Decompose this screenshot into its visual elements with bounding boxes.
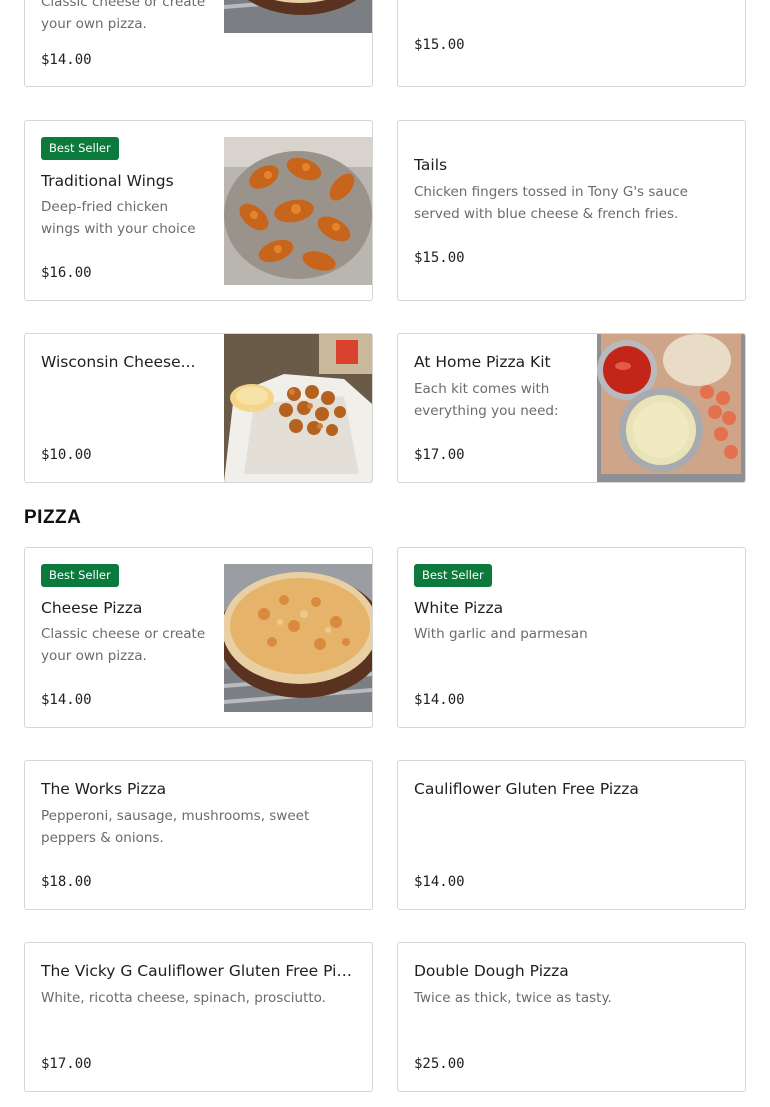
item-title: Traditional Wings <box>41 172 174 190</box>
pizza-kit-image <box>597 334 745 482</box>
card-text: Best Seller Cheese Pizza Classic cheese … <box>41 548 208 727</box>
menu-item-card-partial[interactable]: $15.00 <box>397 0 746 87</box>
wings-image <box>224 137 372 285</box>
item-price: $14.00 <box>414 874 465 890</box>
pizza-photo <box>224 564 372 712</box>
item-description: White, ricotta cheese, spinach, prosciut… <box>41 990 326 1006</box>
item-description: Pepperoni, sausage, mushrooms, sweet pep… <box>41 808 310 846</box>
card-text: The Vicky G Cauliflower Gluten Free Pizz… <box>41 943 356 1091</box>
item-title: White Pizza <box>414 599 504 617</box>
cheese-curds-photo <box>224 334 372 482</box>
menu-item-card-traditional-wings[interactable]: Best Seller Traditional Wings Deep-fried… <box>24 120 373 301</box>
chicken-wings-photo <box>224 137 372 285</box>
item-title: Tails <box>414 156 448 174</box>
card-text: $15.00 <box>414 0 729 86</box>
item-title: The Works Pizza <box>41 780 167 798</box>
item-price: $15.00 <box>414 37 465 53</box>
item-description: Classic cheese or create your own pizza. <box>41 0 206 32</box>
pizza-photo <box>224 0 372 33</box>
card-text: Cauliflower Gluten Free Pizza $14.00 <box>414 761 729 909</box>
item-price: $17.00 <box>414 447 465 463</box>
pizza-kit-photo <box>597 334 745 482</box>
best-seller-badge: Best Seller <box>41 564 119 587</box>
item-title: The Vicky G Cauliflower Gluten Free Pizz… <box>41 962 356 980</box>
menu-item-card-double-dough-pizza[interactable]: Double Dough Pizza Twice as thick, twice… <box>397 942 746 1092</box>
item-title: Wisconsin Cheese... <box>41 353 196 371</box>
menu-item-card-the-works-pizza[interactable]: The Works Pizza Pepperoni, sausage, mush… <box>24 760 373 910</box>
menu-item-card-cauliflower-gluten-free-pizza[interactable]: Cauliflower Gluten Free Pizza $14.00 <box>397 760 746 910</box>
item-price: $25.00 <box>414 1056 465 1072</box>
item-title: At Home Pizza Kit <box>414 353 551 371</box>
menu-item-card-white-pizza[interactable]: Best Seller White Pizza With garlic and … <box>397 547 746 728</box>
card-text: Tails Chicken fingers tossed in Tony G's… <box>414 121 729 300</box>
item-price: $14.00 <box>414 692 465 708</box>
item-description: With garlic and parmesan <box>414 626 588 642</box>
item-price: $14.00 <box>41 692 92 708</box>
item-title: Cheese Pizza <box>41 599 143 617</box>
card-text: Double Dough Pizza Twice as thick, twice… <box>414 943 729 1091</box>
best-seller-badge: Best Seller <box>41 137 119 160</box>
item-price: $17.00 <box>41 1056 92 1072</box>
item-price: $15.00 <box>414 250 465 266</box>
item-description: Classic cheese or create your own pizza. <box>41 626 206 664</box>
item-description: Deep-fried chicken wings with your choic… <box>41 199 196 237</box>
card-text: Best Seller Traditional Wings Deep-fried… <box>41 121 208 300</box>
item-title: Double Dough Pizza <box>414 962 569 980</box>
item-description: Each kit comes with everything you need:… <box>414 381 559 419</box>
card-text: The Works Pizza Pepperoni, sausage, mush… <box>41 761 356 909</box>
best-seller-badge: Best Seller <box>414 564 492 587</box>
section-heading-pizza: PIZZA <box>24 507 82 528</box>
card-text: At Home Pizza Kit Each kit comes with ev… <box>414 334 581 482</box>
pizza-image <box>224 0 372 33</box>
item-price: $14.00 <box>41 52 92 68</box>
menu-item-card-vicky-g-cauliflower-pizza[interactable]: The Vicky G Cauliflower Gluten Free Pizz… <box>24 942 373 1092</box>
card-text: Wisconsin Cheese... $10.00 <box>41 334 208 482</box>
item-price: $18.00 <box>41 874 92 890</box>
menu-item-card-at-home-pizza-kit[interactable]: At Home Pizza Kit Each kit comes with ev… <box>397 333 746 483</box>
menu-item-card-cheese-pizza-top[interactable]: Classic cheese or create your own pizza.… <box>24 0 373 87</box>
menu-item-card-wisconsin-cheese[interactable]: Wisconsin Cheese... $10.00 <box>24 333 373 483</box>
item-description: Twice as thick, twice as tasty. <box>414 990 612 1006</box>
item-price: $10.00 <box>41 447 92 463</box>
menu-item-card-cheese-pizza[interactable]: Best Seller Cheese Pizza Classic cheese … <box>24 547 373 728</box>
item-title: Cauliflower Gluten Free Pizza <box>414 780 639 798</box>
item-description: Chicken fingers tossed in Tony G's sauce… <box>414 184 688 222</box>
card-text: Best Seller White Pizza With garlic and … <box>414 548 729 727</box>
menu-item-card-tails[interactable]: Tails Chicken fingers tossed in Tony G's… <box>397 120 746 301</box>
cheese-curds-image <box>224 334 372 482</box>
item-price: $16.00 <box>41 265 92 281</box>
pizza-image <box>224 564 372 712</box>
card-text: Classic cheese or create your own pizza.… <box>41 0 208 86</box>
